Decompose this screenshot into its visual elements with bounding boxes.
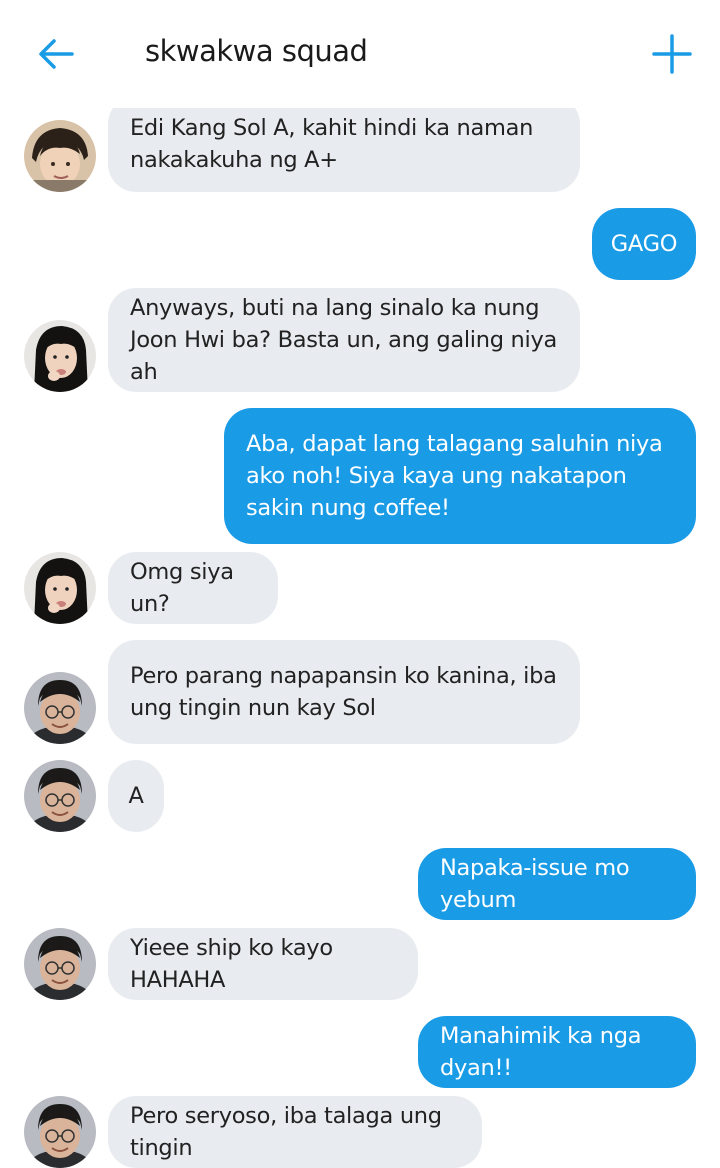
message-text: Pero parang napapansin ko kanina, iba un… [130,663,557,721]
chat-header: skwakwa squad [0,0,720,108]
message-text: Anyways, buti na lang sinalo ka nung Joo… [130,295,557,385]
add-button[interactable] [650,32,694,76]
message-bubble-incoming[interactable]: Anyways, buti na lang sinalo ka nung Joo… [108,288,580,392]
message-bubble-incoming[interactable]: Omg siya un? [108,552,278,624]
avatar-guy-glasses[interactable] [24,928,96,1000]
plus-icon [652,34,692,74]
message-bubble-outgoing[interactable]: Aba, dapat lang talagang saluhin niya ak… [224,408,696,544]
avatar-guy-glasses[interactable] [24,672,96,744]
avatar-guy-glasses[interactable] [24,760,96,832]
avatar-girl-long-hair[interactable] [24,552,96,624]
message-text: Yieee ship ko kayo HAHAHA [130,935,333,993]
avatar-guy-glasses[interactable] [24,1096,96,1168]
message-bubble-incoming[interactable]: Yieee ship ko kayo HAHAHA [108,928,418,1000]
avatar-girl-long-hair[interactable] [24,320,96,392]
message-bubble-incoming[interactable]: A [108,760,164,832]
message-bubble-outgoing[interactable]: GAGO [592,208,696,280]
message-bubble-incoming[interactable]: Edi Kang Sol A, kahit hindi ka naman nak… [108,96,580,192]
message-text: Aba, dapat lang talagang saluhin niya ak… [246,431,663,521]
message-bubble-incoming[interactable]: Pero parang napapansin ko kanina, iba un… [108,640,580,744]
message-thread[interactable]: Edi Kang Sol A, kahit hindi ka naman nak… [0,0,720,1168]
back-button[interactable] [36,34,76,74]
message-text: Edi Kang Sol A, kahit hindi ka naman nak… [130,115,534,173]
message-text: A [128,783,144,809]
message-text: GAGO [610,231,678,257]
message-bubble-outgoing[interactable]: Napaka-issue mo yebum [418,848,696,920]
arrow-left-icon [39,39,74,69]
message-text: Napaka-issue mo yebum [440,855,630,913]
message-text: Pero seryoso, iba talaga ung tingin [130,1103,442,1161]
message-text: Omg siya un? [130,559,234,617]
message-bubble-outgoing[interactable]: Manahimik ka nga dyan!! [418,1016,696,1088]
message-bubble-incoming[interactable]: Pero seryoso, iba talaga ung tingin [108,1096,482,1168]
message-text: Manahimik ka nga dyan!! [440,1023,642,1081]
avatar-girl-short-hair[interactable] [24,120,96,192]
chat-title: skwakwa squad [145,34,368,68]
